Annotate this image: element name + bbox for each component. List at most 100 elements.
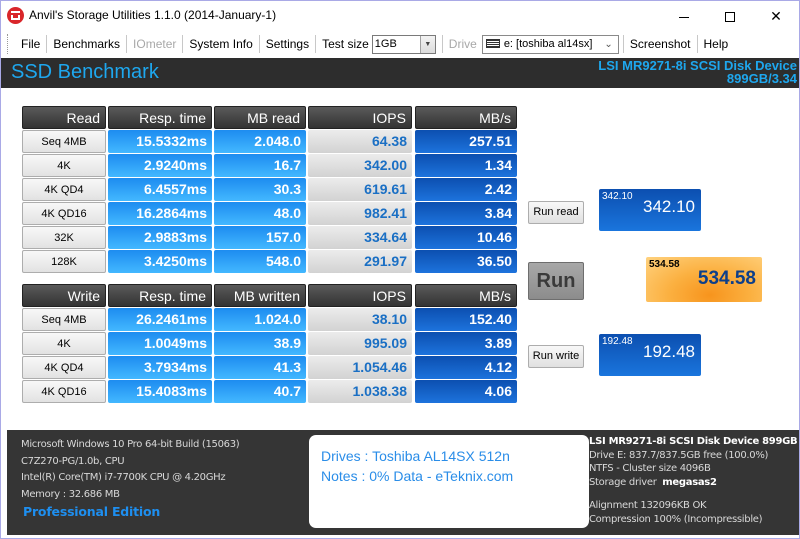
resp-time-col-header: Resp. time — [108, 284, 212, 307]
menu-system-info[interactable]: System Info — [183, 35, 258, 53]
menu-iometer: IOmeter — [133, 37, 177, 51]
os-info: Microsoft Windows 10 Pro 64-bit Build (1… — [21, 439, 240, 450]
resp-time-cell: 15.4083ms — [108, 380, 212, 403]
mb-cell: 157.0 — [214, 226, 306, 249]
iops-cell: 1.038.38 — [308, 380, 412, 403]
storage-driver-value: megasas2 — [662, 476, 717, 488]
run-write-button[interactable]: Run write — [528, 345, 584, 368]
run-button[interactable]: Run — [528, 262, 584, 300]
total-score-panel: 534.58 534.58 — [646, 257, 762, 302]
resp-time-cell: 3.4250ms — [108, 250, 212, 273]
mb-cell: 38.9 — [214, 332, 306, 355]
write-score-panel: 192.48 192.48 — [599, 334, 701, 376]
chevron-down-icon[interactable]: ⌄ — [604, 36, 612, 53]
menu-file[interactable]: File — [15, 35, 46, 53]
device-summary: LSI MR9271-8i SCSI Disk Device 899GB/3.3… — [598, 59, 797, 85]
mbs-cell: 2.42 — [415, 178, 517, 201]
menu-screenshot[interactable]: Screenshot — [624, 35, 697, 53]
notes-box[interactable]: Drives : Toshiba AL14SX 512n Notes : 0% … — [309, 435, 589, 528]
mb-cell: 30.3 — [214, 178, 306, 201]
anvil-app-icon — [7, 7, 24, 24]
test-size-select[interactable]: 1GB ▼ — [371, 34, 436, 54]
iops-col-header: IOPS — [308, 106, 412, 129]
iops-cell: 342.00 — [308, 154, 412, 177]
drive-device-name: LSI MR9271-8i SCSI Disk Device 899GB — [589, 436, 798, 447]
drive-icon — [485, 38, 500, 48]
iops-col-header: IOPS — [308, 284, 412, 307]
iops-cell: 38.10 — [308, 308, 412, 331]
iops-cell: 995.09 — [308, 332, 412, 355]
menu-settings[interactable]: Settings — [260, 35, 315, 53]
maximize-button[interactable] — [707, 1, 753, 31]
row-label-button[interactable]: Seq 4MB — [22, 308, 106, 331]
drive-free-space: Drive E: 837.7/837.5GB free (100.0%) — [589, 449, 769, 461]
iops-cell: 619.61 — [308, 178, 412, 201]
resp-time-cell: 2.9883ms — [108, 226, 212, 249]
drive-filesystem: NTFS - Cluster size 4096B — [589, 463, 711, 474]
mbs-col-header: MB/s — [415, 284, 517, 307]
row-label-button[interactable]: 4K QD16 — [22, 202, 106, 225]
iops-cell: 982.41 — [308, 202, 412, 225]
mb-cell: 41.3 — [214, 356, 306, 379]
menu-bar: File Benchmarks IOmeter System Info Sett… — [1, 31, 799, 57]
read-col-header: Read — [22, 106, 106, 129]
resp-time-cell: 26.2461ms — [108, 308, 212, 331]
row-label-button[interactable]: 32K — [22, 226, 106, 249]
row-label-button[interactable]: Seq 4MB — [22, 130, 106, 153]
storage-driver-label: Storage driver — [589, 476, 657, 488]
drive-select[interactable]: e: [toshiba al14sx] ⌄ — [481, 34, 619, 54]
mb-read-col-header: MB read — [214, 106, 306, 129]
drive-info: LSI MR9271-8i SCSI Disk Device 899GB Dri… — [589, 435, 798, 526]
storage-driver: Storage driver megasas2 — [589, 476, 797, 490]
write-score-value: 192.48 — [643, 342, 695, 361]
info-footer: Microsoft Windows 10 Pro 64-bit Build (1… — [7, 430, 799, 535]
read-score-panel: 342.10 342.10 — [599, 189, 701, 231]
mbs-col-header: MB/s — [415, 106, 517, 129]
toolbar-grip[interactable] — [7, 34, 9, 54]
mb-cell: 2.048.0 — [214, 130, 306, 153]
mb-cell: 1.024.0 — [214, 308, 306, 331]
mbs-cell: 4.12 — [415, 356, 517, 379]
run-read-button[interactable]: Run read — [528, 201, 584, 224]
drive-label: Drive — [448, 37, 477, 51]
drive-value: e: [toshiba al14sx] — [503, 37, 593, 50]
menu-benchmarks[interactable]: Benchmarks — [47, 35, 126, 53]
menu-help[interactable]: Help — [698, 35, 735, 53]
mbs-cell: 3.84 — [415, 202, 517, 225]
iops-cell: 64.38 — [308, 130, 412, 153]
resp-time-cell: 15.5332ms — [108, 130, 212, 153]
window-title: Anvil's Storage Utilities 1.1.0 (2014-Ja… — [29, 8, 277, 22]
minimize-icon — [679, 16, 689, 18]
row-label-button[interactable]: 4K — [22, 332, 106, 355]
app-window: Anvil's Storage Utilities 1.1.0 (2014-Ja… — [0, 0, 800, 539]
row-label-button[interactable]: 128K — [22, 250, 106, 273]
resp-time-cell: 6.4557ms — [108, 178, 212, 201]
cpu-info: Intel(R) Core(TM) i7-7700K CPU @ 4.20GHz — [21, 472, 226, 483]
write-score-small: 192.48 — [602, 336, 633, 347]
page-title: SSD Benchmark — [11, 61, 159, 83]
mbs-cell: 36.50 — [415, 250, 517, 273]
notes-text: Notes : 0% Data - eTeknix.com — [321, 468, 514, 484]
resp-time-cell: 16.2864ms — [108, 202, 212, 225]
mbs-cell: 3.89 — [415, 332, 517, 355]
system-info: Microsoft Windows 10 Pro 64-bit Build (1… — [21, 437, 240, 503]
iops-cell: 1.054.46 — [308, 356, 412, 379]
mbs-cell: 4.06 — [415, 380, 517, 403]
mb-cell: 48.0 — [214, 202, 306, 225]
minimize-button[interactable] — [661, 1, 707, 31]
mbs-cell: 10.46 — [415, 226, 517, 249]
title-bar: Anvil's Storage Utilities 1.1.0 (2014-Ja… — [1, 1, 799, 31]
drive-compression: Compression 100% (Incompressible) — [589, 513, 763, 525]
close-button[interactable]: ✕ — [753, 1, 799, 31]
mbs-cell: 1.34 — [415, 154, 517, 177]
row-label-button[interactable]: 4K — [22, 154, 106, 177]
row-label-button[interactable]: 4K QD16 — [22, 380, 106, 403]
dropdown-arrow-icon[interactable]: ▼ — [419, 35, 435, 53]
test-size-value: 1GB — [374, 37, 397, 50]
mbs-cell: 257.51 — [415, 130, 517, 153]
row-label-button[interactable]: 4K QD4 — [22, 178, 106, 201]
row-label-button[interactable]: 4K QD4 — [22, 356, 106, 379]
maximize-icon — [725, 12, 735, 23]
resp-time-cell: 2.9240ms — [108, 154, 212, 177]
iops-cell: 334.64 — [308, 226, 412, 249]
